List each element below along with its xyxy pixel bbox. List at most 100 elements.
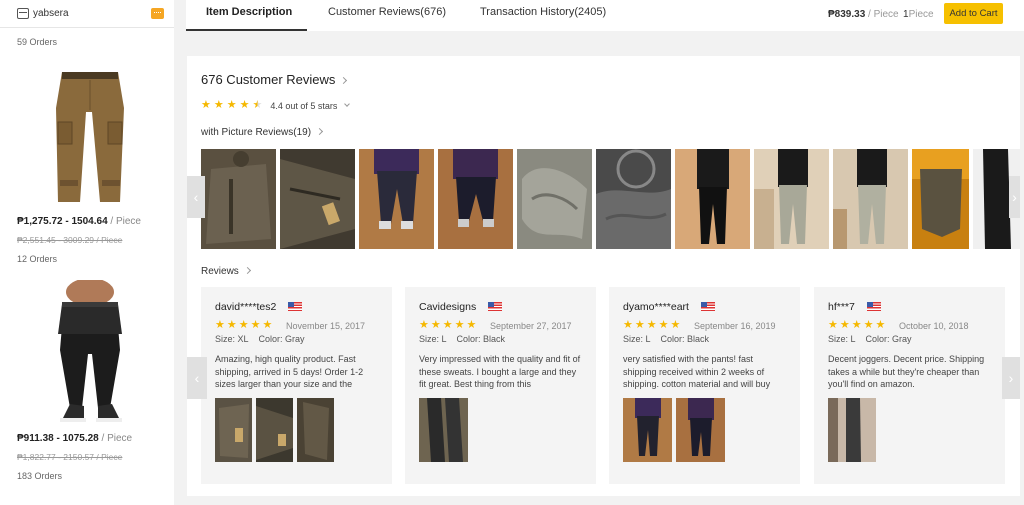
review-photo[interactable] [596, 149, 671, 249]
sidebar-product-2-price: ₱911.38 - 1075.28 / Piece [17, 433, 132, 444]
reviewer-name-text: dyamo****eart [623, 301, 689, 313]
star-icon: ★ [623, 319, 633, 331]
star-icon: ★ [839, 319, 850, 331]
add-to-cart-button[interactable]: Add to Cart [944, 3, 1003, 24]
sidebar-orders-top: 59 Orders [17, 37, 58, 47]
review-stars: ★ ★ ★ ★ ★ [623, 320, 680, 331]
sidebar-product-1-price-value: ₱1,275.72 - 1504.64 [17, 216, 108, 227]
review-photo[interactable] [833, 149, 908, 249]
review-photo[interactable] [438, 149, 513, 249]
star-icon: ★ [875, 319, 886, 331]
review-photo[interactable] [359, 149, 434, 249]
chevron-right-icon [316, 127, 324, 136]
tab-customer-reviews[interactable]: Customer Reviews(676) [328, 6, 446, 18]
review-color: Color: Black [456, 334, 506, 344]
flag-us-icon [866, 301, 881, 311]
review-card: dyamo****eart ★ ★ ★ ★ ★ September 16, 2019 S… [609, 287, 800, 484]
sidebar-product-2-orders: 183 Orders [17, 471, 63, 481]
sidebar-product-1-orders: 12 Orders [17, 254, 58, 264]
nav-price-value: ₱839.33 [828, 9, 866, 20]
review-text: Amazing, high quality product. Fast ship… [215, 354, 364, 389]
review-thumbnail[interactable] [828, 398, 876, 462]
review-color: Color: Gray [258, 334, 305, 344]
star-icon: ★ [250, 319, 261, 331]
picture-reviews-strip [201, 149, 1020, 249]
review-meta: Size: XL Color: Gray [215, 334, 305, 344]
review-size: Size: L [828, 334, 856, 344]
chevron-down-icon [344, 100, 351, 107]
star-icon: ★ [430, 319, 441, 331]
review-size: Size: L [623, 334, 651, 344]
review-photo[interactable] [675, 149, 750, 249]
flag-us-icon [488, 301, 503, 311]
star-icon: ★ [634, 319, 645, 331]
reviews-link[interactable]: Reviews [201, 266, 251, 277]
reviewer-name: Cavidesigns [419, 301, 503, 313]
review-date: November 15, 2017 [286, 321, 366, 331]
review-photo[interactable] [280, 149, 355, 249]
star-icon: ★ [466, 319, 477, 331]
review-date: September 27, 2017 [490, 321, 572, 331]
review-date: September 16, 2019 [694, 321, 776, 331]
star-icon: ★ [419, 319, 429, 331]
reviews-title[interactable]: 676 Customer Reviews [201, 72, 348, 87]
chat-icon[interactable] [151, 8, 164, 19]
review-photo[interactable] [754, 149, 829, 249]
review-thumbnail[interactable] [256, 398, 293, 462]
review-meta: Size: L Color: Black [419, 334, 505, 344]
review-stars: ★ ★ ★ ★ ★ [828, 320, 885, 331]
review-thumbnail[interactable] [676, 398, 725, 462]
store-link[interactable]: yabsera [17, 8, 69, 19]
review-color: Color: Black [660, 334, 710, 344]
review-date: October 10, 2018 [899, 321, 969, 331]
star-icon: ★ [215, 319, 225, 331]
product-image-compression-pants[interactable] [40, 280, 140, 426]
review-thumbnail[interactable] [297, 398, 334, 462]
review-card: david****tes2 ★ ★ ★ ★ ★ November 15, 2017 Si… [201, 287, 392, 484]
star-icon: ★ [239, 99, 250, 111]
arrow-left-icon[interactable]: ‹ [187, 176, 205, 218]
reviews-label: Reviews [201, 266, 239, 277]
review-thumbnail[interactable] [623, 398, 672, 462]
arrow-left-icon[interactable]: ‹ [187, 357, 207, 399]
chevron-right-icon [243, 266, 251, 275]
arrow-right-icon[interactable]: › [1009, 176, 1020, 218]
sidebar-product-2-old-price: ₱1,822.77 - 2150.57 / Piece [17, 452, 123, 462]
store-bar: yabsera [0, 0, 174, 28]
picture-reviews-link[interactable]: with Picture Reviews(19) [201, 127, 324, 138]
tab-item-description[interactable]: Item Description [206, 6, 292, 18]
star-icon: ★ [238, 319, 249, 331]
review-photo[interactable] [517, 149, 592, 249]
active-tab-underline [186, 29, 307, 31]
top-nav: Item Description Customer Reviews(676) T… [186, 0, 1024, 31]
overall-rating[interactable]: ★ ★ ★ ★ ★ 4.4 out of 5 stars [201, 99, 351, 111]
review-text: very satisfied with the pants! fast ship… [623, 354, 771, 389]
star-icon: ★ [658, 319, 669, 331]
nav-quantity: 1Piece [903, 9, 934, 20]
reviews-title-text: 676 Customer Reviews [201, 72, 336, 87]
review-stars: ★ ★ ★ ★ ★ [419, 320, 476, 331]
star-icon: ★ [828, 319, 838, 331]
sidebar-product-1-price-unit: / Piece [107, 216, 141, 227]
store-icon [17, 8, 29, 19]
arrow-right-icon[interactable]: › [1002, 357, 1020, 399]
tab-transaction-history[interactable]: Transaction History(2405) [480, 6, 606, 18]
store-name: yabsera [33, 8, 69, 19]
review-photo[interactable] [201, 149, 276, 249]
review-thumbnail[interactable] [419, 398, 468, 462]
review-thumbnail[interactable] [215, 398, 252, 462]
review-text: Decent joggers. Decent price. Shipping t… [828, 354, 985, 389]
review-photo[interactable] [912, 149, 969, 249]
reviews-panel: 676 Customer Reviews ★ ★ ★ ★ ★ 4.4 out o… [187, 56, 1020, 496]
rating-text: 4.4 out of 5 stars [270, 100, 338, 111]
review-meta: Size: L Color: Black [623, 334, 709, 344]
star-icon: ★ [262, 319, 273, 331]
flag-us-icon [700, 301, 715, 311]
product-image-cargo-pants[interactable] [40, 68, 140, 208]
reviewer-name: hf***7 [828, 301, 881, 313]
nav-price-unit: / Piece [865, 9, 899, 20]
store-sidebar: yabsera 59 Orders ₱1,275.72 - 1504.64 / … [0, 0, 174, 505]
review-text: Very impressed with the quality and fit … [419, 354, 581, 389]
star-icon: ★ [442, 319, 453, 331]
review-size: Size: L [419, 334, 447, 344]
